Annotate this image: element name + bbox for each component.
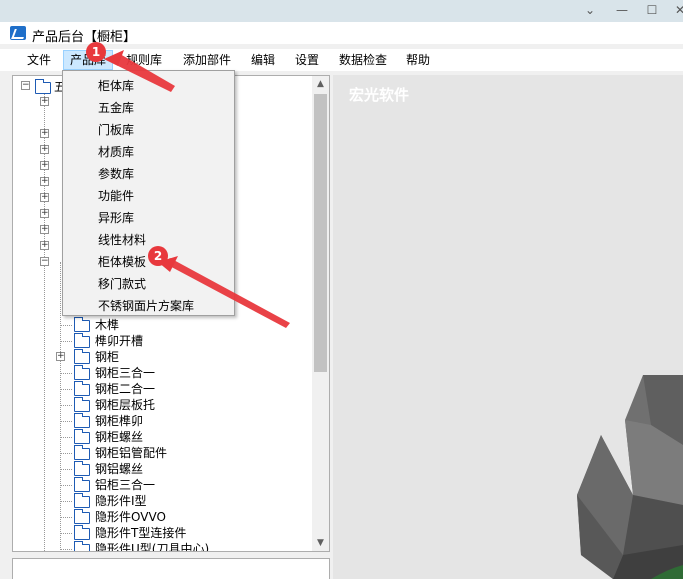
step-badge-1: 1 bbox=[86, 42, 106, 62]
step-badge-2: 2 bbox=[148, 246, 168, 266]
annotation-arrows bbox=[104, 50, 290, 328]
